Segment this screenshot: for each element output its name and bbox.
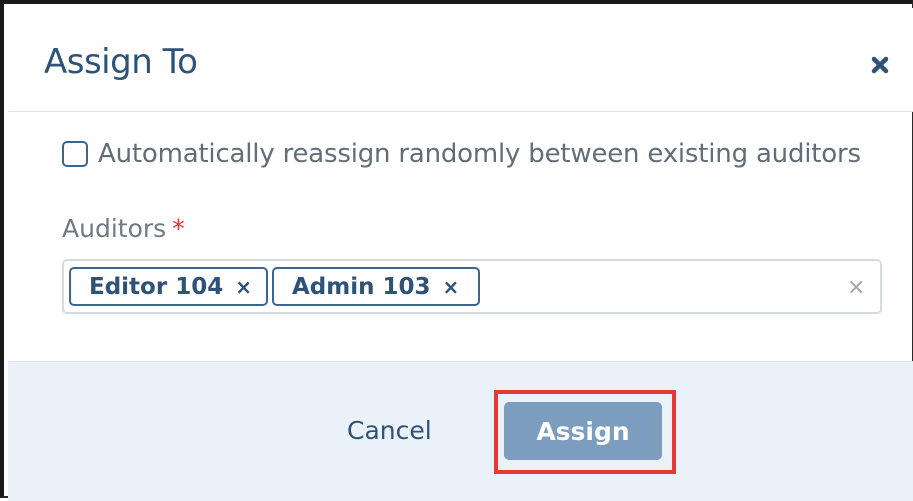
auditor-tag-label: Editor 104 <box>89 273 224 300</box>
auditors-label-text: Auditors <box>62 214 167 243</box>
auto-reassign-checkbox[interactable] <box>62 141 88 167</box>
clear-all-icon[interactable]: × <box>847 275 865 300</box>
close-icon <box>871 56 889 74</box>
auditors-multiselect[interactable]: Editor 104 × Admin 103 × × <box>62 259 882 314</box>
auditor-tag-label: Admin 103 <box>292 273 431 300</box>
remove-tag-icon[interactable]: × <box>443 275 460 299</box>
close-button[interactable] <box>863 48 897 82</box>
auditors-label: Auditors * <box>62 214 185 243</box>
assign-button[interactable]: Assign <box>504 402 662 460</box>
cancel-button[interactable]: Cancel <box>347 416 432 445</box>
auditor-tag[interactable]: Admin 103 × <box>272 267 480 306</box>
auto-reassign-label: Automatically reassign randomly between … <box>98 139 861 169</box>
dialog-header: Assign To <box>8 8 913 112</box>
auto-reassign-option[interactable]: Automatically reassign randomly between … <box>62 139 861 169</box>
auditor-tag[interactable]: Editor 104 × <box>69 267 268 306</box>
dialog-footer: Cancel Assign <box>8 361 913 501</box>
required-indicator: * <box>172 214 185 243</box>
remove-tag-icon[interactable]: × <box>235 275 252 299</box>
dialog-title: Assign To <box>44 42 198 82</box>
assign-dialog: Assign To Automatically reassign randoml… <box>0 0 913 501</box>
